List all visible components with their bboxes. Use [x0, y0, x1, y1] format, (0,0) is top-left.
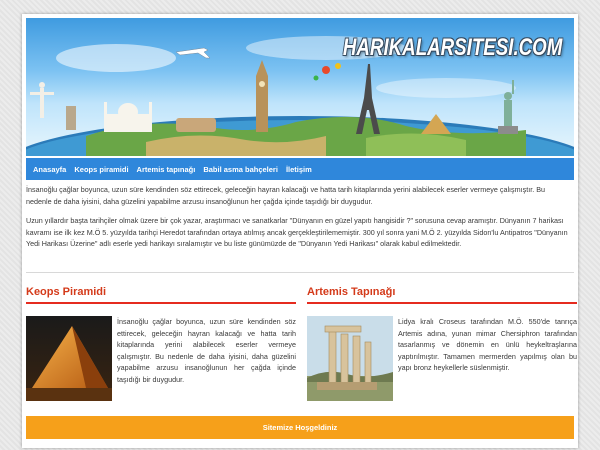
footer-bar: Sitemize Hoşgeldiniz — [26, 416, 574, 439]
nav-item-anasayfa[interactable]: Anasayfa — [29, 165, 70, 174]
keops-section: Keops Piramidi İnsanoğlu çağlar boyunca,… — [26, 286, 296, 401]
keops-section-text: İnsanoğlu çağlar boyunca, uzun süre kend… — [117, 317, 296, 384]
nav-item-keops-piramidi[interactable]: Keops piramidi — [70, 165, 132, 174]
artemis-section: Artemis Tapınağı Lidya kralı Croseus tar… — [307, 286, 577, 401]
artemis-section-title: Artemis Tapınağı — [307, 286, 577, 304]
intro-paragraph-1: İnsanoğlu çağlar boyunca, uzun süre kend… — [26, 185, 545, 206]
main-nav: Anasayfa Keops piramidi Artemis tapınağı… — [26, 158, 574, 180]
keops-section-title: Keops Piramidi — [26, 286, 296, 304]
page-container: HARIKALARSITESI.COM Anasayfa Keops piram… — [22, 14, 578, 448]
nav-item-iletisim[interactable]: İletişim — [282, 165, 316, 174]
pyramid-image — [26, 316, 112, 401]
section-divider — [26, 272, 574, 273]
nav-item-babil-asma-bahceleri[interactable]: Babil asma bahçeleri — [199, 165, 282, 174]
artemis-section-text: Lidya kralı Croseus tarafından M.Ö. 550'… — [398, 317, 577, 372]
site-logo[interactable]: HARIKALARSITESI.COM — [343, 34, 562, 62]
intro-section: İnsanoğlu çağlar boyunca, uzun süre kend… — [26, 184, 572, 258]
footer-welcome-text: Sitemize Hoşgeldiniz — [262, 423, 338, 432]
nav-item-artemis-tapinagi[interactable]: Artemis tapınağı — [133, 165, 200, 174]
header-banner: HARIKALARSITESI.COM — [26, 18, 574, 156]
intro-paragraph-2: Uzun yıllardır başta tarihçiler olmak üz… — [26, 216, 568, 248]
temple-ruins-image — [307, 316, 393, 401]
